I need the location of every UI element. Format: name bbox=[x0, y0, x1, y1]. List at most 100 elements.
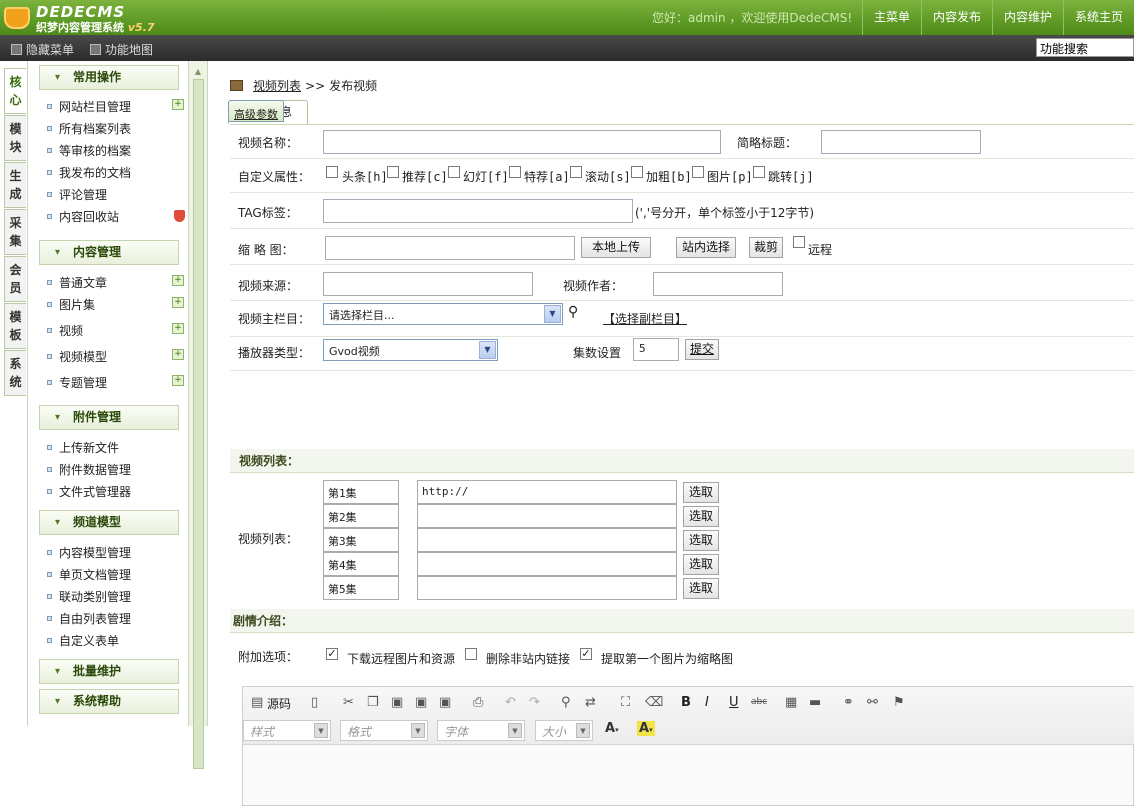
size-combo[interactable]: 大小 ▼ bbox=[535, 720, 593, 741]
group-common[interactable]: 常用操作 bbox=[39, 65, 179, 90]
sidebar-item-video[interactable]: 视频 bbox=[47, 322, 83, 339]
vtab-collect[interactable]: 采集 bbox=[4, 209, 26, 255]
attr-checkbox[interactable] bbox=[448, 166, 460, 178]
group-attachment[interactable]: 附件管理 bbox=[39, 405, 179, 430]
paste-text-icon[interactable]: ▣ bbox=[415, 695, 427, 710]
bold-icon[interactable]: B bbox=[681, 695, 691, 710]
sidebar-item-comments[interactable]: 评论管理 bbox=[47, 186, 107, 203]
episode-url-input[interactable] bbox=[417, 504, 677, 528]
cut-icon[interactable]: ✂ bbox=[343, 695, 354, 710]
add-icon[interactable]: + bbox=[172, 297, 184, 308]
style-combo[interactable]: 样式 ▼ bbox=[243, 720, 331, 741]
site-map-button[interactable]: 功能地图 bbox=[90, 41, 153, 58]
replace-icon[interactable]: ⇄ bbox=[585, 695, 596, 710]
tab-advanced[interactable]: 高级参数 bbox=[228, 100, 284, 122]
eraser-icon[interactable]: ⌫ bbox=[645, 695, 663, 710]
remove-links-checkbox[interactable] bbox=[465, 648, 477, 660]
sidebar-item-single-page[interactable]: 单页文档管理 bbox=[47, 566, 131, 583]
episode-select-button[interactable]: 选取 bbox=[683, 578, 719, 599]
episode-name-input[interactable]: 第4集 bbox=[323, 552, 399, 576]
episode-count-input[interactable]: 5 bbox=[633, 338, 679, 361]
episode-select-button[interactable]: 选取 bbox=[683, 530, 719, 551]
scroll-track[interactable] bbox=[193, 79, 204, 769]
hide-menu-button[interactable]: 隐藏菜单 bbox=[11, 41, 74, 58]
first-image-thumb-checkbox[interactable]: ✓ bbox=[580, 648, 592, 660]
submit-episodes-button[interactable]: 提交 bbox=[685, 339, 719, 360]
add-icon[interactable]: + bbox=[172, 99, 184, 110]
sidebar-item-upload[interactable]: 上传新文件 bbox=[47, 439, 119, 456]
nav-main-menu[interactable]: 主菜单 bbox=[861, 0, 921, 35]
episode-select-button[interactable]: 选取 bbox=[683, 482, 719, 503]
select-all-icon[interactable]: ⛶ bbox=[621, 695, 630, 710]
short-title-input[interactable] bbox=[821, 130, 981, 154]
attr-checkbox[interactable] bbox=[509, 166, 521, 178]
sidebar-item-topic[interactable]: 专题管理 bbox=[47, 374, 107, 391]
attr-checkbox[interactable] bbox=[753, 166, 765, 178]
group-content[interactable]: 内容管理 bbox=[39, 240, 179, 265]
find-icon[interactable]: ⚲ bbox=[561, 695, 571, 710]
sidebar-item-linkage[interactable]: 联动类别管理 bbox=[47, 588, 131, 605]
sidebar-item-recycle[interactable]: 内容回收站 bbox=[47, 208, 119, 225]
link-icon[interactable]: ⚭ bbox=[843, 695, 854, 710]
group-batch[interactable]: 批量维护 bbox=[39, 659, 179, 684]
site-select-button[interactable]: 站内选择 bbox=[676, 237, 736, 258]
player-select[interactable]: Gvod视频 ▼ bbox=[323, 339, 498, 361]
sidebar-item-custom-form[interactable]: 自定义表单 bbox=[47, 632, 119, 649]
attr-checkbox[interactable] bbox=[326, 166, 338, 178]
vtab-generate[interactable]: 生成 bbox=[4, 162, 26, 208]
function-search-input[interactable]: 功能搜索 bbox=[1036, 38, 1134, 57]
table-icon[interactable]: ▦ bbox=[785, 695, 797, 710]
add-icon[interactable]: + bbox=[172, 275, 184, 286]
vtab-member[interactable]: 会员 bbox=[4, 256, 26, 302]
video-author-input[interactable] bbox=[653, 272, 783, 296]
breadcrumb-video-list[interactable]: 视频列表 bbox=[253, 77, 301, 94]
redo-icon[interactable]: ↷ bbox=[529, 695, 540, 710]
local-upload-button[interactable]: 本地上传 bbox=[581, 237, 651, 258]
add-icon[interactable]: + bbox=[172, 375, 184, 386]
add-icon[interactable]: + bbox=[172, 349, 184, 360]
shield-icon[interactable] bbox=[174, 210, 185, 222]
sidebar-item-freelist[interactable]: 自由列表管理 bbox=[47, 610, 131, 627]
attr-checkbox[interactable] bbox=[692, 166, 704, 178]
sidebar-item-video-model[interactable]: 视频模型 bbox=[47, 348, 107, 365]
group-help[interactable]: 系统帮助 bbox=[39, 689, 179, 714]
episode-url-input[interactable] bbox=[417, 576, 677, 600]
episode-name-input[interactable]: 第1集 bbox=[323, 480, 399, 504]
paste-word-icon[interactable]: ▣ bbox=[439, 695, 451, 710]
search-icon[interactable]: ⚲ bbox=[568, 304, 578, 320]
italic-icon[interactable]: I bbox=[705, 695, 709, 710]
vtab-core[interactable]: 核心 bbox=[4, 68, 26, 114]
episode-select-button[interactable]: 选取 bbox=[683, 506, 719, 527]
column-select[interactable]: 请选择栏目... ▼ bbox=[323, 303, 563, 325]
group-channel[interactable]: 频道模型 bbox=[39, 510, 179, 535]
sidebar-item-my-docs[interactable]: 我发布的文档 bbox=[47, 164, 131, 181]
episode-url-input[interactable]: http:// bbox=[417, 480, 677, 504]
sidebar-item-model-manage[interactable]: 内容模型管理 bbox=[47, 544, 131, 561]
episode-name-input[interactable]: 第3集 bbox=[323, 528, 399, 552]
underline-icon[interactable]: U bbox=[729, 695, 739, 710]
nav-content-maintain[interactable]: 内容维护 bbox=[991, 0, 1063, 35]
vtab-module[interactable]: 模块 bbox=[4, 115, 26, 161]
preview-icon[interactable]: ▯ bbox=[311, 695, 318, 710]
strike-icon[interactable]: abc bbox=[751, 697, 767, 707]
episode-url-input[interactable] bbox=[417, 528, 677, 552]
sidebar-item-gallery[interactable]: 图片集 bbox=[47, 296, 95, 313]
sidebar-item-file-manager[interactable]: 文件式管理器 bbox=[47, 483, 131, 500]
hr-icon[interactable]: ▬ bbox=[809, 695, 821, 710]
video-title-input[interactable] bbox=[323, 130, 721, 154]
thumbnail-input[interactable] bbox=[325, 236, 575, 260]
attr-checkbox[interactable] bbox=[570, 166, 582, 178]
nav-content-publish[interactable]: 内容发布 bbox=[920, 0, 992, 35]
sidebar-item-column-manage[interactable]: 网站栏目管理 bbox=[47, 98, 131, 115]
crop-button[interactable]: 裁剪 bbox=[749, 237, 783, 258]
print-icon[interactable]: ⎙ bbox=[473, 695, 483, 710]
anchor-flag-icon[interactable]: ⚑ bbox=[893, 695, 905, 710]
font-color-icon[interactable]: A▾ bbox=[605, 721, 619, 736]
sidebar-scrollbar[interactable]: ▲ bbox=[188, 61, 208, 769]
paste-icon[interactable]: ▣ bbox=[391, 695, 403, 710]
attr-checkbox[interactable] bbox=[631, 166, 643, 178]
video-source-input[interactable] bbox=[323, 272, 533, 296]
format-combo[interactable]: 格式 ▼ bbox=[340, 720, 428, 741]
undo-icon[interactable]: ↶ bbox=[505, 695, 516, 710]
sidebar-item-pending[interactable]: 等审核的档案 bbox=[47, 142, 131, 159]
